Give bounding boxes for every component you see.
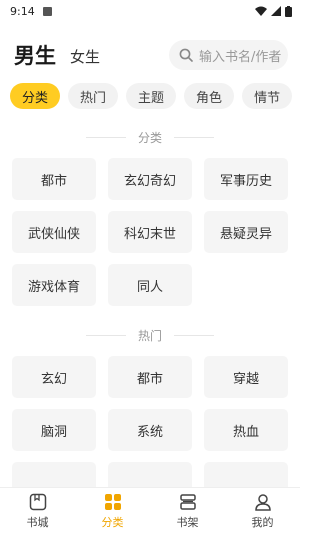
category-chip[interactable]: 都市 [12,158,96,200]
tab-male[interactable]: 男生 [14,40,56,70]
status-time: 9:14 [10,4,35,18]
section-label: 热门 [137,329,162,343]
tab-theme[interactable]: 主题 [126,83,177,109]
category-chip[interactable]: 玄幻奇幻 [108,158,192,200]
nav-profile[interactable]: 我的 [225,488,300,533]
nav-label: 分类 [101,515,124,529]
section-label: 分类 [137,131,162,145]
hot-chip[interactable]: 热血 [204,409,288,451]
category-grid-icon [104,493,121,510]
battery-icon [285,5,292,17]
search-input[interactable]: 输入书名/作者 [169,40,288,70]
signal-icon [271,6,281,16]
bookstore-icon [29,493,46,510]
nav-bookstore[interactable]: 书城 [0,488,75,533]
hot-grid: 玄幻 都市 穿越 脑洞 系统 热血 [12,356,288,504]
hot-chip[interactable]: 系统 [108,409,192,451]
filter-tabs: 分类 热门 主题 角色 情节 [10,83,293,109]
category-chip[interactable]: 军事历史 [204,158,288,200]
section-title-category: 分类 [0,129,300,146]
section-title-hot: 热门 [0,327,300,344]
nav-label: 书架 [176,515,199,529]
tab-female[interactable]: 女生 [70,46,100,67]
header: 男生 女生 输入书名/作者 [14,40,288,70]
category-chip[interactable]: 科幻末世 [108,211,192,253]
nav-category[interactable]: 分类 [75,488,150,533]
tab-role[interactable]: 角色 [184,83,235,109]
nav-label: 书城 [26,515,49,529]
divider [85,335,126,336]
divider [174,335,214,336]
hot-chip[interactable]: 脑洞 [12,409,96,451]
divider [85,137,126,138]
status-indicators [255,5,292,17]
tab-category[interactable]: 分类 [10,83,61,109]
divider [174,137,214,138]
nav-label: 我的 [251,515,274,529]
search-icon [179,48,193,62]
wifi-icon [255,6,267,16]
profile-icon [254,493,271,511]
category-chip[interactable]: 游戏体育 [12,264,96,306]
hot-chip[interactable]: 玄幻 [12,356,96,398]
category-chip[interactable]: 同人 [108,264,192,306]
category-grid: 都市 玄幻奇幻 军事历史 武侠仙侠 科幻末世 悬疑灵异 游戏体育 同人 [12,158,288,306]
hot-chip[interactable]: 穿越 [204,356,288,398]
bottom-nav: 书城 分类 书架 我的 [0,487,300,533]
nav-bookshelf[interactable]: 书架 [150,488,225,533]
notification-icon [42,6,52,16]
search-placeholder: 输入书名/作者 [199,49,282,65]
category-chip[interactable]: 武侠仙侠 [12,211,96,253]
tab-plot[interactable]: 情节 [242,83,293,109]
category-chip[interactable]: 悬疑灵异 [204,211,288,253]
tab-hot[interactable]: 热门 [68,83,119,109]
bookshelf-icon [179,493,196,510]
hot-chip[interactable]: 都市 [108,356,192,398]
status-bar: 9:14 [0,0,300,22]
